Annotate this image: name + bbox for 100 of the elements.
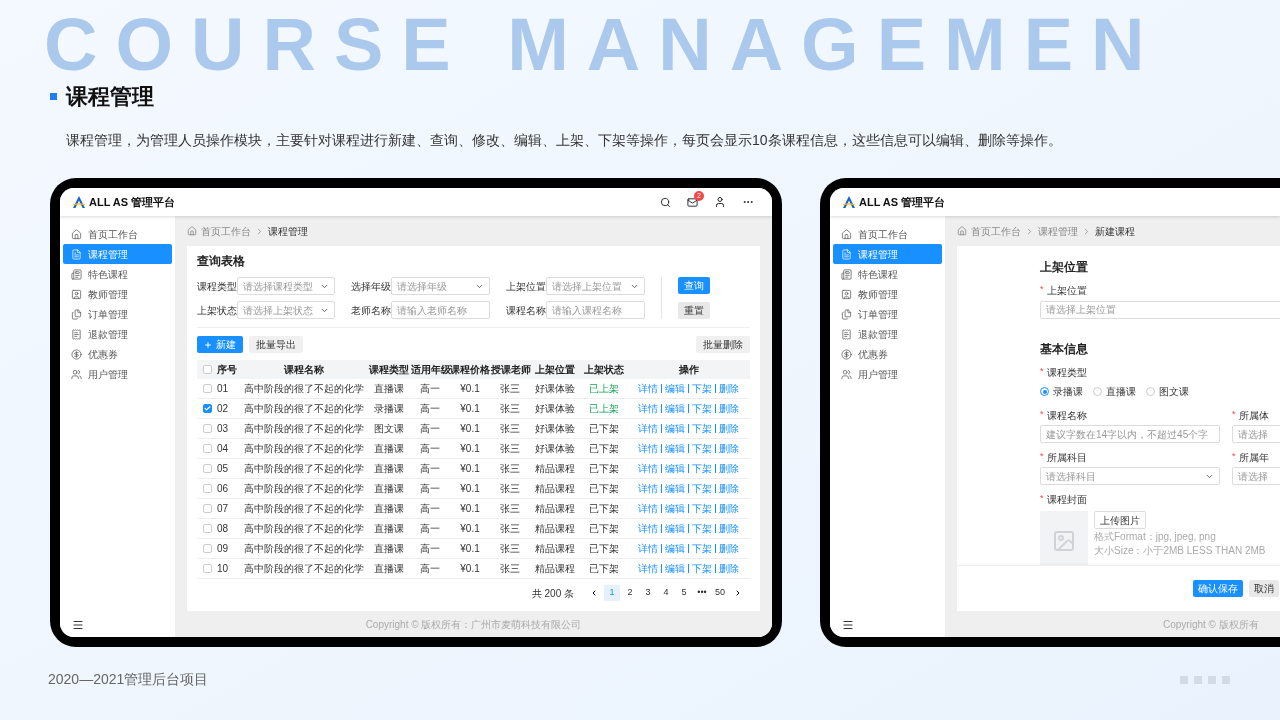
- action-link[interactable]: 下架: [692, 461, 712, 476]
- sidebar-item[interactable]: 教师管理: [63, 284, 172, 304]
- action-link[interactable]: 删除: [719, 381, 739, 396]
- sidebar-item[interactable]: 用户管理: [833, 364, 942, 384]
- sidebar-item[interactable]: 课程管理: [833, 244, 942, 264]
- select-field[interactable]: 请选择课程类型: [237, 277, 335, 295]
- action-link[interactable]: 下架: [692, 501, 712, 516]
- action-link[interactable]: 详情: [638, 481, 658, 496]
- page-button[interactable]: 1: [604, 585, 620, 601]
- page-button[interactable]: 3: [640, 585, 656, 601]
- page-button[interactable]: •••: [694, 585, 710, 601]
- action-link[interactable]: 编辑: [665, 441, 685, 456]
- page-button[interactable]: 5: [676, 585, 692, 601]
- action-link[interactable]: 下架: [692, 481, 712, 496]
- action-link[interactable]: 删除: [719, 521, 739, 536]
- checkbox[interactable]: [202, 544, 212, 553]
- action-link[interactable]: 下架: [692, 561, 712, 576]
- checkbox[interactable]: [202, 464, 212, 473]
- action-link[interactable]: 编辑: [665, 541, 685, 556]
- action-link[interactable]: 详情: [638, 461, 658, 476]
- action-link[interactable]: 下架: [692, 381, 712, 396]
- action-link[interactable]: 编辑: [665, 481, 685, 496]
- action-link[interactable]: 下架: [692, 421, 712, 436]
- page-button[interactable]: 4: [658, 585, 674, 601]
- radio-option[interactable]: 图文课: [1146, 384, 1189, 399]
- checkbox[interactable]: [202, 524, 212, 533]
- radio-option[interactable]: 直播课: [1093, 384, 1136, 399]
- checkbox[interactable]: [202, 404, 212, 413]
- input-field[interactable]: 请选择上架位置: [1040, 300, 1280, 319]
- bulk-delete-button[interactable]: 批量删除: [696, 336, 750, 353]
- select-field[interactable]: 请选择科目: [1040, 467, 1220, 485]
- breadcrumb-link[interactable]: 首页工作台: [971, 223, 1021, 239]
- radio-option[interactable]: 录播课: [1040, 384, 1083, 399]
- sidebar-item[interactable]: 特色课程: [63, 264, 172, 284]
- sidebar-item[interactable]: 订单管理: [833, 304, 942, 324]
- menu-icon[interactable]: [72, 619, 84, 631]
- action-link[interactable]: 详情: [638, 381, 658, 396]
- sidebar-item[interactable]: 订单管理: [63, 304, 172, 324]
- reset-button[interactable]: 重置: [678, 302, 710, 319]
- checkbox[interactable]: [202, 484, 212, 493]
- sidebar-item[interactable]: 特色课程: [833, 264, 942, 284]
- action-link[interactable]: 编辑: [665, 521, 685, 536]
- action-link[interactable]: 删除: [719, 421, 739, 436]
- search-icon[interactable]: [660, 196, 671, 208]
- input-field[interactable]: 建议字数在14字以内，不超过45个字: [1040, 425, 1220, 443]
- export-button[interactable]: 批量导出: [249, 336, 303, 353]
- checkbox[interactable]: [202, 365, 212, 374]
- select-field[interactable]: 请选择上架状态: [237, 301, 335, 319]
- action-link[interactable]: 删除: [719, 461, 739, 476]
- action-link[interactable]: 详情: [638, 401, 658, 416]
- sidebar-item[interactable]: 优惠券: [833, 344, 942, 364]
- sidebar-item[interactable]: 用户管理: [63, 364, 172, 384]
- breadcrumb-link[interactable]: 首页工作台: [201, 223, 251, 239]
- action-link[interactable]: 详情: [638, 441, 658, 456]
- upload-button[interactable]: 上传图片: [1094, 511, 1146, 529]
- cancel-button[interactable]: 取消: [1249, 580, 1279, 597]
- select-field[interactable]: 请选择年级: [391, 277, 490, 295]
- checkbox[interactable]: [202, 424, 212, 433]
- action-link[interactable]: 编辑: [665, 381, 685, 396]
- new-button[interactable]: 新建: [197, 336, 243, 353]
- action-link[interactable]: 删除: [719, 501, 739, 516]
- action-link[interactable]: 编辑: [665, 421, 685, 436]
- input-field[interactable]: 请输入老师名称: [391, 301, 490, 319]
- action-link[interactable]: 编辑: [665, 501, 685, 516]
- action-link[interactable]: 删除: [719, 561, 739, 576]
- page-button[interactable]: 2: [622, 585, 638, 601]
- user-icon[interactable]: [714, 196, 726, 208]
- action-link[interactable]: 删除: [719, 481, 739, 496]
- sidebar-item[interactable]: 退款管理: [63, 324, 172, 344]
- action-link[interactable]: 编辑: [665, 561, 685, 576]
- action-link[interactable]: 详情: [638, 561, 658, 576]
- action-link[interactable]: 详情: [638, 421, 658, 436]
- sidebar-item[interactable]: 课程管理: [63, 244, 172, 264]
- checkbox[interactable]: [202, 504, 212, 513]
- sidebar-item[interactable]: 优惠券: [63, 344, 172, 364]
- checkbox[interactable]: [202, 384, 212, 393]
- action-link[interactable]: 删除: [719, 401, 739, 416]
- action-link[interactable]: 详情: [638, 501, 658, 516]
- action-link[interactable]: 下架: [692, 521, 712, 536]
- action-link[interactable]: 详情: [638, 521, 658, 536]
- action-link[interactable]: 编辑: [665, 461, 685, 476]
- action-link[interactable]: 下架: [692, 401, 712, 416]
- action-link[interactable]: 详情: [638, 541, 658, 556]
- page-button[interactable]: 50: [712, 585, 728, 601]
- input-field[interactable]: 请输入课程名称: [546, 301, 645, 319]
- action-link[interactable]: 下架: [692, 441, 712, 456]
- sidebar-item[interactable]: 首页工作台: [833, 224, 942, 244]
- checkbox[interactable]: [202, 444, 212, 453]
- breadcrumb-link[interactable]: 课程管理: [1038, 223, 1078, 239]
- action-link[interactable]: 下架: [692, 541, 712, 556]
- save-button[interactable]: 确认保存: [1193, 580, 1243, 597]
- sidebar-item[interactable]: 首页工作台: [63, 224, 172, 244]
- action-link[interactable]: 删除: [719, 541, 739, 556]
- action-link[interactable]: 删除: [719, 441, 739, 456]
- sidebar-item[interactable]: 教师管理: [833, 284, 942, 304]
- select-field[interactable]: 请选择上架位置: [546, 277, 645, 295]
- mail-icon[interactable]: [687, 196, 698, 208]
- input-field[interactable]: 请选择: [1232, 467, 1280, 485]
- input-field[interactable]: 请选择: [1232, 425, 1280, 443]
- search-button[interactable]: 查询: [678, 277, 710, 294]
